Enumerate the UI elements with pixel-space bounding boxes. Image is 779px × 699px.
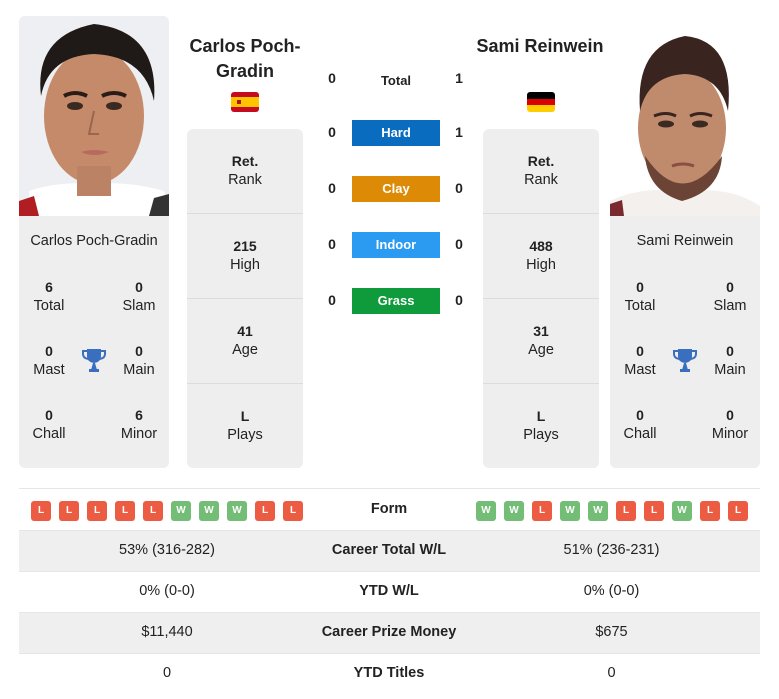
player1-stat-rank: Ret. Rank xyxy=(187,129,303,214)
player1-value: $11,440 xyxy=(141,624,193,640)
germany-flag-icon xyxy=(527,92,555,112)
form-badge[interactable]: W xyxy=(227,501,247,521)
form-badge[interactable]: L xyxy=(31,501,51,521)
player1-titles-chall: 0 Chall xyxy=(32,407,66,442)
player1-value: 0 xyxy=(162,665,172,681)
player2-stat-age: 31 Age xyxy=(483,299,599,384)
trophy-icon xyxy=(82,347,106,373)
player2-stat-high: 488 High xyxy=(483,214,599,299)
h2h-clay-row: 0 Clay 0 xyxy=(320,176,475,204)
form-badge[interactable]: W xyxy=(672,501,692,521)
form-badge[interactable]: W xyxy=(476,501,496,521)
surface-grass-badge[interactable]: Grass xyxy=(352,288,440,314)
row-label: YTD Titles xyxy=(353,665,425,681)
form-badge[interactable]: L xyxy=(115,501,135,521)
player2-value: 51% (236-231) xyxy=(563,542,660,558)
h2h-clay-right: 0 xyxy=(455,180,463,196)
surface-clay-badge[interactable]: Clay xyxy=(352,176,440,202)
form-badge[interactable]: L xyxy=(700,501,720,521)
form-badge[interactable]: L xyxy=(532,501,552,521)
h2h-total-right: 1 xyxy=(455,70,463,86)
comparison-row-prize-money: $11,440 Career Prize Money $675 xyxy=(19,612,760,653)
comparison-row-ytd-wl: 0% (0-0) YTD W/L 0% (0-0) xyxy=(19,571,760,612)
surface-indoor-badge[interactable]: Indoor xyxy=(352,232,440,258)
player1-form: L L L L L W W W L L xyxy=(31,501,303,521)
player1-value: 0% (0-0) xyxy=(139,583,195,599)
row-label: YTD W/L xyxy=(359,583,419,599)
h2h-total-left: 0 xyxy=(328,70,336,86)
form-badge[interactable]: L xyxy=(59,501,79,521)
player2-value: 0% (0-0) xyxy=(583,583,640,599)
h2h-indoor-right: 0 xyxy=(455,236,463,252)
player1-titles-card: Carlos Poch-Gradin 6 Total 0 Slam 0 Mast… xyxy=(19,216,169,468)
player2-stats-card: Ret. Rank 488 High 31 Age L Plays xyxy=(483,129,599,468)
form-badge[interactable]: W xyxy=(171,501,191,521)
player2-value: 0 xyxy=(607,665,616,681)
player1-name: Carlos Poch-Gradin xyxy=(30,233,158,249)
h2h-grass-left: 0 xyxy=(328,292,336,308)
form-badge[interactable]: W xyxy=(560,501,580,521)
h2h-clay-left: 0 xyxy=(328,180,336,196)
h2h-hard-row: 0 Hard 1 xyxy=(320,120,475,148)
player2-titles-minor: 0 Minor xyxy=(711,407,749,442)
player1-titles-total: 6 Total xyxy=(33,279,65,314)
player1-value: 53% (316-282) xyxy=(119,542,215,558)
h2h-grass-row: 0 Grass 0 xyxy=(320,288,475,316)
form-badge[interactable]: W xyxy=(199,501,219,521)
player2-titles-chall: 0 Chall xyxy=(623,407,657,442)
form-badge[interactable]: L xyxy=(143,501,163,521)
row-label: Career Prize Money xyxy=(321,624,457,640)
player1-stat-age: 41 Age xyxy=(187,299,303,384)
comparison-row-ytd-titles: 0 YTD Titles 0 xyxy=(19,653,760,694)
form-badge[interactable]: W xyxy=(588,501,608,521)
form-badge[interactable]: L xyxy=(616,501,636,521)
player2-titles-slam: 0 Slam xyxy=(713,279,747,314)
player2-titles-mast: 0 Mast xyxy=(624,343,656,378)
player2-titles-main: 0 Main xyxy=(714,343,746,378)
h2h-indoor-row: 0 Indoor 0 xyxy=(320,232,475,260)
player2-portrait-icon xyxy=(610,16,760,216)
comparison-row-career-wl: 53% (316-282) Career Total W/L 51% (236-… xyxy=(19,530,760,571)
form-badge[interactable]: L xyxy=(728,501,748,521)
player2-stat-rank: Ret. Rank xyxy=(483,129,599,214)
player1-portrait-icon xyxy=(19,16,169,216)
form-badge[interactable]: W xyxy=(504,501,524,521)
player2-titles-total: 0 Total xyxy=(624,279,656,314)
player1-stats-card: Ret. Rank 215 High 41 Age L Plays xyxy=(187,129,303,468)
form-badge[interactable]: L xyxy=(283,501,303,521)
trophy-icon xyxy=(673,347,697,373)
player1-titles-main: 0 Main xyxy=(123,343,155,378)
h2h-hard-left: 0 xyxy=(328,124,336,140)
player2-photo xyxy=(610,16,760,216)
surface-hard-badge[interactable]: Hard xyxy=(352,120,440,146)
form-badge[interactable]: L xyxy=(644,501,664,521)
player1-stat-plays: L Plays xyxy=(227,408,263,443)
form-row: L L L L L W W W L L Form W W L W W L L W… xyxy=(19,488,760,530)
player1-titles-mast: 0 Mast xyxy=(33,343,65,378)
player2-stat-plays: L Plays xyxy=(523,408,559,443)
player1-titles-minor: 6 Minor xyxy=(120,407,158,442)
player1-stat-high: 215 High xyxy=(187,214,303,299)
spain-flag-icon xyxy=(231,92,259,112)
player2-titles-card: Sami Reinwein 0 Total 0 Slam 0 Mast 0 Ma… xyxy=(610,216,760,468)
form-label: Form xyxy=(370,501,408,517)
form-badge[interactable]: L xyxy=(255,501,275,521)
form-badge[interactable]: L xyxy=(87,501,107,521)
h2h-hard-right: 1 xyxy=(455,124,463,140)
player2-name: Sami Reinwein xyxy=(636,233,734,249)
h2h-grass-right: 0 xyxy=(455,292,463,308)
row-label: Career Total W/L xyxy=(331,542,447,558)
player1-photo xyxy=(19,16,169,216)
player2-form: W W L W W L L W L L xyxy=(476,501,748,521)
player2-value: $675 xyxy=(595,624,628,640)
h2h-indoor-left: 0 xyxy=(328,236,336,252)
player1-header-name[interactable]: Carlos Poch-Gradin xyxy=(175,34,315,84)
h2h-total-label: Total xyxy=(380,73,412,88)
h2h-total-row: 0 Total 1 xyxy=(320,66,475,94)
player1-titles-slam: 0 Slam xyxy=(122,279,156,314)
player2-header-name[interactable]: Sami Reinwein xyxy=(470,34,610,59)
